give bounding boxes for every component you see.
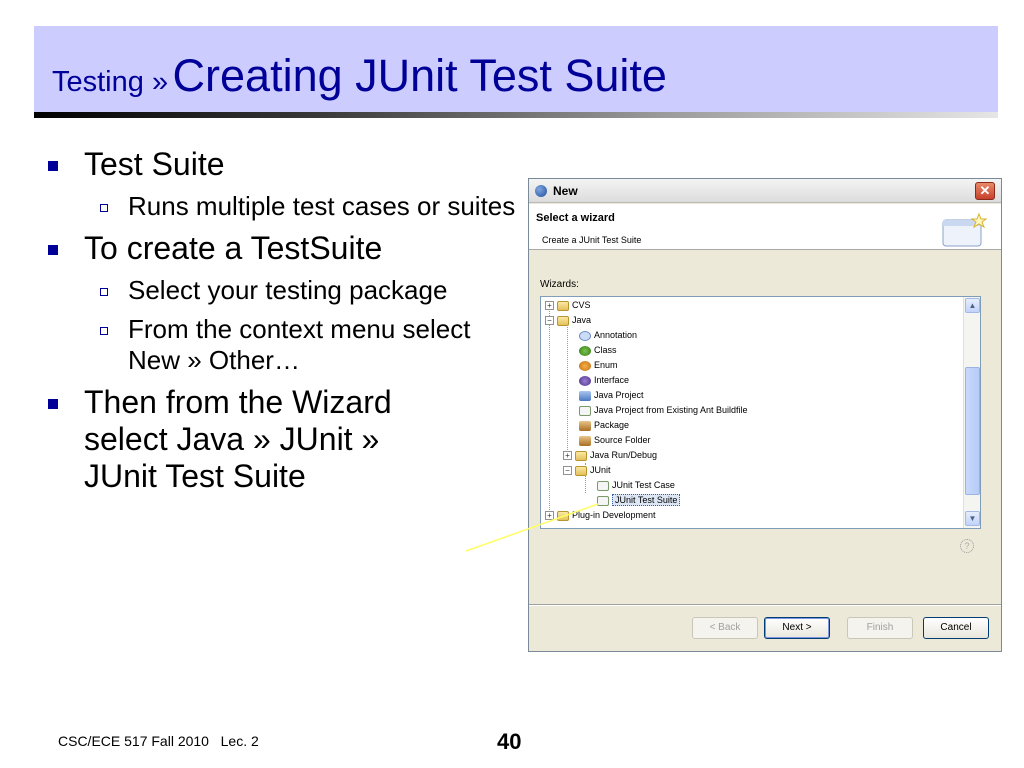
sub-bullet-item: Runs multiple test cases or suites: [46, 191, 516, 222]
tree-item-java[interactable]: − Java: [545, 313, 591, 328]
title-rule: [34, 112, 998, 118]
tree-item-java-run-debug[interactable]: + Java Run/Debug: [563, 448, 657, 463]
tree-item-interface[interactable]: Interface: [579, 373, 629, 388]
collapse-minus-icon[interactable]: −: [563, 466, 572, 476]
scroll-up-arrow-icon[interactable]: ▲: [965, 298, 980, 313]
bullet-item: Test Suite: [46, 146, 516, 183]
dialog-titlebar: New ✕: [529, 179, 1001, 203]
ant-icon: [579, 405, 591, 416]
wizards-label: Wizards:: [540, 279, 579, 290]
bullet-square-icon: [48, 399, 58, 409]
source-folder-icon: [579, 435, 591, 446]
bullet-list: Test Suite Runs multiple test cases or s…: [46, 146, 516, 503]
close-button[interactable]: ✕: [975, 182, 995, 200]
sub-bullet-box-icon: [100, 288, 108, 296]
folder-icon: [557, 510, 569, 521]
collapse-minus-icon[interactable]: −: [545, 316, 554, 326]
wizard-header-title: Select a wizard: [536, 212, 615, 224]
tree-item-plugin-development[interactable]: + Plug-in Development: [545, 508, 656, 523]
tree-scrollbar[interactable]: ▲ ▼: [963, 297, 980, 528]
title-prefix: Testing »: [52, 66, 169, 98]
tree-item-class[interactable]: Class: [579, 343, 617, 358]
class-icon: [579, 345, 591, 356]
java-project-icon: [579, 390, 591, 401]
wizard-header: Select a wizard Create a JUnit Test Suit…: [529, 204, 1001, 250]
back-button[interactable]: < Back: [692, 617, 758, 639]
annotation-icon: [579, 330, 591, 341]
button-bar-separator: [529, 604, 1001, 606]
selected-label: JUnit Test Suite: [612, 494, 681, 506]
bullet-item: Then from the Wizard select Java » JUnit…: [46, 384, 516, 495]
sub-bullet-text: From the context menu select New » Other…: [128, 314, 471, 375]
bullet-text: Then from the Wizard select Java » JUnit…: [84, 384, 392, 494]
junit-test-suite-icon: [597, 495, 609, 506]
tree-item-junit-test-suite[interactable]: JUnit Test Suite: [597, 493, 681, 508]
tree-item-enum[interactable]: Enum: [579, 358, 618, 373]
page-number: 40: [497, 729, 522, 754]
folder-icon: [575, 450, 587, 461]
wizard-banner-icon: [942, 212, 987, 247]
finish-button[interactable]: Finish: [847, 617, 913, 639]
tree-item-cvs[interactable]: + CVS: [545, 298, 591, 313]
next-button[interactable]: Next >: [764, 617, 830, 639]
tree-item-junit[interactable]: − JUnit: [563, 463, 611, 478]
tree-item-junit-test-case[interactable]: JUnit Test Case: [597, 478, 675, 493]
bullet-item: To create a TestSuite: [46, 230, 516, 267]
tree-item-package[interactable]: Package: [579, 418, 629, 433]
sub-bullet-item: Select your testing package: [46, 275, 516, 306]
help-icon[interactable]: ?: [960, 539, 974, 553]
eclipse-icon: [535, 185, 547, 197]
scroll-down-arrow-icon[interactable]: ▼: [965, 511, 980, 526]
slide-title: Testing » Creating JUnit Test Suite: [52, 50, 667, 102]
bullet-square-icon: [48, 245, 58, 255]
bullet-text: To create a TestSuite: [84, 230, 383, 266]
expand-plus-icon[interactable]: +: [545, 301, 554, 311]
enum-icon: [579, 360, 591, 371]
sub-bullet-box-icon: [100, 204, 108, 212]
dialog-title: New: [553, 184, 578, 198]
footer-course: CSC/ECE 517 Fall 2010 Lec. 2: [58, 733, 259, 749]
bullet-text: Test Suite: [84, 146, 225, 182]
tree-item-source-folder[interactable]: Source Folder: [579, 433, 651, 448]
cancel-button[interactable]: Cancel: [923, 617, 989, 639]
new-wizard-dialog: New ✕ Select a wizard Create a JUnit Tes…: [528, 178, 1002, 652]
tree-line: [549, 306, 550, 514]
tree-item-java-project-ant[interactable]: Java Project from Existing Ant Buildfile: [579, 403, 748, 418]
tree-item-java-project[interactable]: Java Project: [579, 388, 644, 403]
sub-bullet-text: Runs multiple test cases or suites: [128, 191, 516, 221]
expand-plus-icon[interactable]: +: [545, 511, 554, 521]
expand-plus-icon[interactable]: +: [563, 451, 572, 461]
folder-icon: [557, 300, 569, 311]
wizard-tree[interactable]: + CVS − Java Annotation Class Enum Interfa…: [540, 296, 981, 529]
wizard-header-subtitle: Create a JUnit Test Suite: [542, 235, 642, 245]
sub-bullet-text: Select your testing package: [128, 275, 448, 305]
folder-open-icon: [557, 315, 569, 326]
sub-bullet-item: From the context menu select New » Other…: [46, 314, 516, 376]
tree-item-annotation[interactable]: Annotation: [579, 328, 637, 343]
bullet-square-icon: [48, 161, 58, 171]
title-main: Creating JUnit Test Suite: [172, 50, 667, 101]
interface-icon: [579, 375, 591, 386]
sub-bullet-box-icon: [100, 327, 108, 335]
tree-line: [567, 327, 568, 454]
package-icon: [579, 420, 591, 431]
scroll-thumb[interactable]: [965, 367, 980, 495]
junit-test-case-icon: [597, 480, 609, 491]
folder-open-icon: [575, 465, 587, 476]
